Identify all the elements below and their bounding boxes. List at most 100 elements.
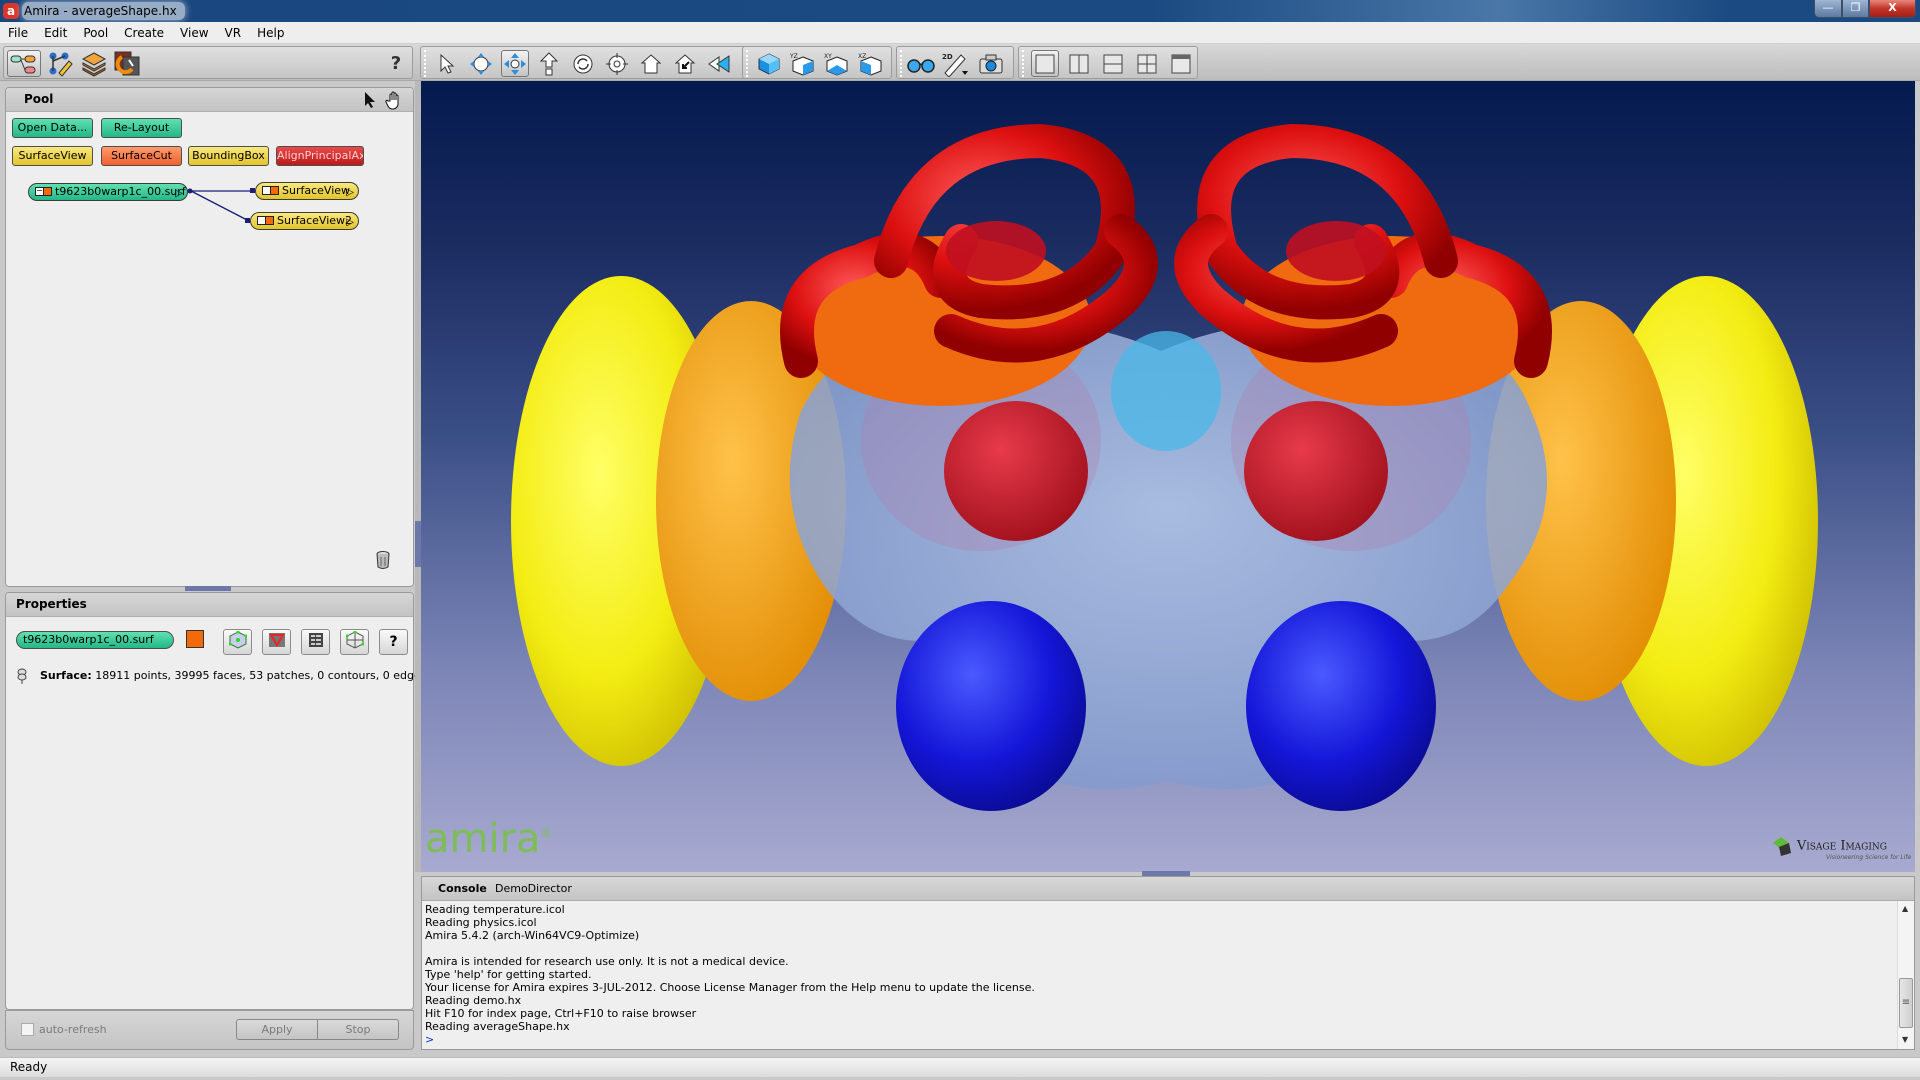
pool-properties-splitter[interactable] <box>185 586 231 591</box>
toolbar-grip[interactable] <box>900 50 903 77</box>
cyan-core <box>1111 331 1221 451</box>
layout-four-icon[interactable] <box>1133 50 1161 77</box>
menu-edit[interactable]: Edit <box>36 22 75 44</box>
amira-app-icon[interactable]: a <box>3 3 19 19</box>
module-node-label: SurfaceView2 <box>277 214 353 227</box>
svg-text:2D: 2D <box>942 53 953 61</box>
menu-pool[interactable]: Pool <box>75 22 116 44</box>
selected-object-button[interactable]: t9623b0warp1c_00.surf <box>16 631 174 649</box>
home-icon[interactable] <box>637 50 665 77</box>
amira-logo-text: amira <box>425 816 541 862</box>
toolbar-grip[interactable] <box>746 50 749 77</box>
main-toolbar: ? YZ XY XZ 2D <box>0 44 1920 81</box>
brain-surface-render <box>511 123 1818 811</box>
status-bar: Ready <box>0 1057 1920 1077</box>
menu-view[interactable]: View <box>172 22 216 44</box>
view-xz-icon[interactable]: XZ <box>857 50 885 77</box>
layout-fullscreen-icon[interactable] <box>1167 50 1195 77</box>
node-menu-arrow-icon[interactable]: ▷ <box>175 186 183 202</box>
translate-icon[interactable] <box>501 50 529 77</box>
minimize-button[interactable]: — <box>1814 0 1842 18</box>
console-scrollbar[interactable]: ▲ ≡ ▼ <box>1897 901 1914 1049</box>
parameter-editor-button[interactable] <box>301 629 330 655</box>
surface-info-value: 18911 points, 39995 faces, 53 patches, 0… <box>95 669 427 682</box>
list-icon <box>308 632 324 652</box>
surface-simplify-button[interactable] <box>262 629 291 655</box>
menu-vr[interactable]: VR <box>217 22 250 44</box>
rotate-icon[interactable] <box>569 50 597 77</box>
properties-help-button[interactable]: ? <box>379 629 408 655</box>
scroll-down-icon[interactable]: ▼ <box>1902 1035 1908 1044</box>
auto-refresh-checkbox[interactable] <box>21 1023 34 1036</box>
pointer-icon[interactable] <box>433 50 461 77</box>
auto-refresh-label: auto-refresh <box>39 1023 107 1036</box>
set-home-icon[interactable] <box>671 50 699 77</box>
scroll-thumb[interactable]: ≡ <box>1899 978 1913 1028</box>
node-menu-arrow-icon[interactable]: ▷ <box>346 185 354 201</box>
tab-demodirector[interactable]: DemoDirector <box>495 882 572 895</box>
apply-button[interactable]: Apply <box>236 1019 318 1040</box>
trash-icon[interactable] <box>374 550 392 573</box>
amira-logo: amira® <box>425 816 553 862</box>
view-perspective-icon[interactable] <box>755 50 783 77</box>
layout-single-icon[interactable] <box>1031 50 1059 77</box>
node-menu-arrow-icon[interactable]: ▷ <box>346 215 354 231</box>
module-color-icon <box>265 216 274 225</box>
measure-2d-icon[interactable]: 2D <box>941 50 969 77</box>
3d-viewer[interactable]: amira® Visage Imaging Visioneering Scien… <box>421 81 1915 872</box>
restore-button[interactable]: ❐ <box>1842 0 1869 18</box>
pin-icon[interactable] <box>16 668 28 687</box>
trackball-icon[interactable] <box>467 50 495 77</box>
toolbar-grip[interactable] <box>1022 50 1025 77</box>
menu-bar: File Edit Pool Create View VR Help <box>0 22 1920 44</box>
grid-view-button[interactable] <box>340 629 369 655</box>
view-all-icon[interactable] <box>705 50 733 77</box>
console-prompt[interactable]: > <box>425 1033 1895 1046</box>
scroll-up-icon[interactable]: ▲ <box>1902 904 1908 913</box>
snapshot-camera-icon[interactable] <box>977 50 1005 77</box>
menu-help[interactable]: Help <box>249 22 292 44</box>
console-line: Type 'help' for getting started. <box>425 968 592 981</box>
console-line: Your license for Amira expires 3-JUL-201… <box>425 981 1035 994</box>
layers-icon[interactable] <box>80 50 108 77</box>
vendor-tagline: Visioneering Science for Life <box>1826 854 1912 861</box>
properties-title: Properties <box>16 597 87 611</box>
vendor-name: Visage Imaging <box>1796 838 1887 854</box>
pool-network-icon[interactable] <box>7 50 41 77</box>
view-yz-icon[interactable]: YZ <box>789 50 817 77</box>
status-text: Ready <box>10 1060 48 1074</box>
left-inner-red <box>946 221 1046 281</box>
svg-text:YZ: YZ <box>790 53 798 60</box>
close-button[interactable]: X <box>1869 0 1916 18</box>
stereo-glasses-icon[interactable] <box>907 50 935 77</box>
stop-button[interactable]: Stop <box>318 1019 399 1040</box>
layout-two-vertical-icon[interactable] <box>1065 50 1093 77</box>
tree-edit-icon[interactable] <box>46 50 74 77</box>
console-line: Hit F10 for index page, Ctrl+F10 to rais… <box>425 1007 697 1020</box>
view-xy-icon[interactable]: XY <box>823 50 851 77</box>
right-dark-red-lobe <box>1244 401 1388 541</box>
menu-file[interactable]: File <box>0 22 36 44</box>
data-node-surf[interactable]: − t9623b0warp1c_00.surf ▷ <box>28 183 188 201</box>
dolly-icon[interactable] <box>535 50 563 77</box>
module-node-surfaceview2[interactable]: SurfaceView2 ▷ <box>250 212 359 230</box>
help-icon[interactable]: ? <box>382 50 410 77</box>
console-line: Amira is intended for research use only.… <box>425 955 789 968</box>
color-swatch[interactable] <box>186 630 204 648</box>
surface-info-label: Surface: <box>40 669 92 682</box>
title-bar: a Amira - averageShape.hx — ❐ X <box>0 0 1920 22</box>
seek-icon[interactable] <box>603 50 631 77</box>
tab-console[interactable]: Console <box>438 882 487 895</box>
right-blue-lobe <box>1246 601 1436 811</box>
toolbar-grip[interactable] <box>424 50 427 77</box>
layout-two-horizontal-icon[interactable] <box>1099 50 1127 77</box>
console-line: Reading averageShape.hx <box>425 1020 570 1033</box>
module-node-surfaceview[interactable]: SurfaceView ▷ <box>255 182 359 200</box>
surface-editor-button[interactable] <box>223 629 252 655</box>
menu-create[interactable]: Create <box>116 22 172 44</box>
segmentation-editor-icon[interactable] <box>114 50 142 77</box>
console-output[interactable]: Reading temperature.icol Reading physics… <box>425 903 1895 1046</box>
data-color-icon <box>43 187 52 196</box>
module-color-icon <box>270 186 279 195</box>
